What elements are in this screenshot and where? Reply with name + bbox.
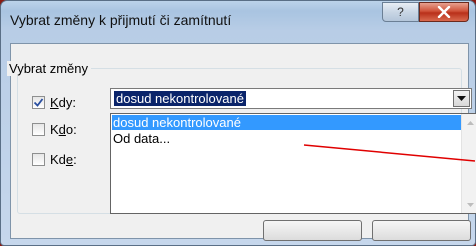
close-icon: [437, 6, 451, 18]
combobox-dropdown-button[interactable]: [453, 90, 470, 107]
who-checkbox-row[interactable]: Kdo:: [32, 121, 77, 137]
who-label: Kdo:: [50, 121, 77, 137]
ok-button[interactable]: [263, 220, 362, 241]
scroll-up-button[interactable]: [462, 114, 476, 131]
close-button[interactable]: [419, 2, 469, 22]
when-label: Kdy:: [50, 94, 77, 110]
option-since-date[interactable]: Od data...: [112, 131, 461, 146]
chevron-up-icon: [466, 120, 474, 125]
group-legend: Vybrat změny: [7, 61, 91, 76]
help-button[interactable]: ?: [382, 2, 419, 22]
when-checkbox[interactable]: [32, 95, 45, 109]
dialog-window: Vybrat změny k přijmutí či zamítnutí ? V…: [0, 0, 476, 246]
when-combobox-value: dosud nekontrolované: [114, 91, 246, 106]
when-combobox[interactable]: dosud nekontrolované: [110, 88, 472, 109]
scroll-down-button[interactable]: [462, 196, 476, 213]
option-unreviewed[interactable]: dosud nekontrolované: [112, 115, 461, 130]
list-scrollbar[interactable]: [461, 114, 476, 213]
cancel-button[interactable]: [372, 220, 471, 241]
dialog-title: Vybrat změny k přijmutí či zamítnutí: [10, 12, 232, 28]
when-dropdown-list[interactable]: dosud nekontrolované Od data...: [110, 113, 476, 214]
when-checkbox-row[interactable]: Kdy:: [32, 94, 76, 110]
where-checkbox[interactable]: [32, 152, 45, 166]
chevron-down-icon: [457, 95, 466, 101]
where-label: Kde:: [50, 151, 77, 167]
where-checkbox-row[interactable]: Kde:: [32, 151, 77, 167]
who-checkbox[interactable]: [32, 122, 45, 136]
checkmark-icon: [33, 97, 44, 107]
chevron-down-icon: [466, 202, 474, 207]
help-icon: ?: [397, 5, 404, 19]
